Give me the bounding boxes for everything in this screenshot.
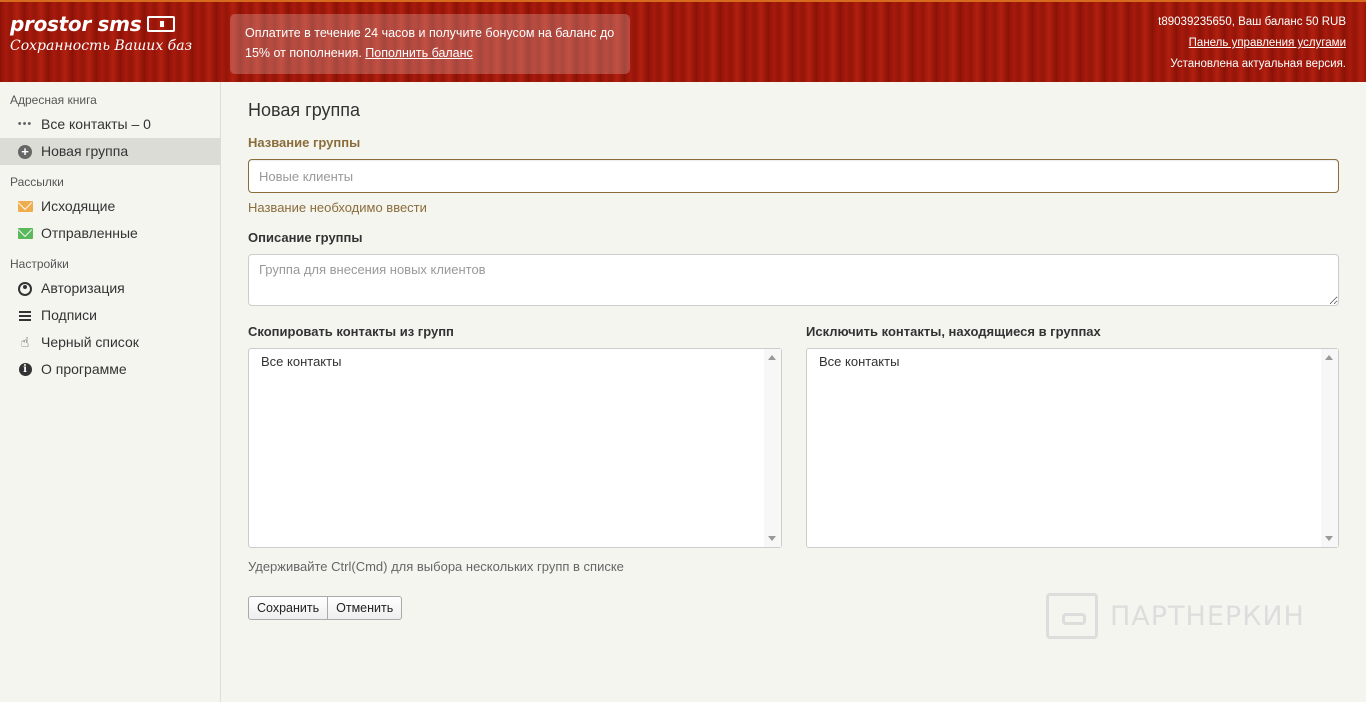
lock-icon: [147, 16, 176, 32]
account-balance: t89039235650, Ваш баланс 50 RUB: [1158, 16, 1346, 28]
listbox-scrollbar[interactable]: [1321, 349, 1338, 547]
sidebar-item-label: Черный список: [41, 334, 139, 350]
listbox-scrollbar[interactable]: [764, 349, 781, 547]
version-status: Установлена актуальная версия.: [1170, 58, 1346, 70]
scroll-up-icon[interactable]: [1325, 355, 1333, 360]
sidebar-item-outgoing[interactable]: Исходящие: [0, 193, 220, 220]
info-circle-icon: i: [18, 363, 32, 376]
sidebar-item-new-group[interactable]: + Новая группа: [0, 138, 220, 165]
sidebar-item-label: О программе: [41, 361, 127, 377]
group-description-input[interactable]: [248, 254, 1339, 306]
group-name-label: Название группы: [248, 135, 361, 150]
listbox-option[interactable]: Все контакты: [807, 349, 1338, 369]
group-name-error: Название необходимо ввести: [248, 200, 427, 215]
scroll-up-icon[interactable]: [768, 355, 776, 360]
user-circle-icon: [18, 281, 32, 296]
sidebar-heading-settings: Настройки: [10, 257, 69, 271]
top-header: prostor sms Сохранность Ваших баз Оплати…: [0, 0, 1366, 82]
hand-icon: ☝: [20, 334, 30, 350]
envelope-icon: [17, 201, 33, 212]
sidebar: Адресная книга ••• Все контакты – 0 + Но…: [0, 82, 221, 702]
plus-circle-icon: +: [18, 144, 32, 159]
control-panel-link[interactable]: Панель управления услугами: [1189, 37, 1346, 49]
brand-name: prostor sms: [10, 12, 142, 36]
listbox-option[interactable]: Все контакты: [249, 349, 781, 369]
sidebar-heading-address-book: Адресная книга: [10, 93, 97, 107]
sidebar-item-label: Все контакты – 0: [41, 116, 151, 132]
sidebar-item-signatures[interactable]: Подписи: [0, 302, 220, 329]
form-actions: Сохранить Отменить: [248, 596, 403, 620]
sidebar-item-all-contacts[interactable]: ••• Все контакты – 0: [0, 111, 220, 138]
copy-groups-listbox[interactable]: Все контакты: [248, 348, 782, 548]
sidebar-item-label: Исходящие: [41, 198, 116, 214]
page-title: Новая группа: [248, 100, 361, 120]
scroll-down-icon[interactable]: [1325, 536, 1333, 541]
sidebar-heading-mailings: Рассылки: [10, 175, 64, 189]
envelope-icon: [17, 228, 33, 239]
sidebar-item-label: Авторизация: [41, 280, 125, 296]
watermark-logo-icon: [1046, 593, 1098, 639]
sidebar-item-label: Новая группа: [41, 143, 129, 159]
copy-contacts-label: Скопировать контакты из групп: [248, 324, 454, 339]
logo[interactable]: prostor sms Сохранность Ваших баз: [10, 12, 192, 54]
watermark-text: ПАРТНЕРКИН: [1110, 600, 1305, 632]
dots-icon: •••: [17, 118, 33, 130]
group-name-input[interactable]: [248, 159, 1339, 193]
sidebar-item-label: Подписи: [41, 307, 97, 323]
watermark: ПАРТНЕРКИН: [1046, 593, 1305, 639]
scroll-down-icon[interactable]: [768, 536, 776, 541]
exclude-groups-listbox[interactable]: Все контакты: [806, 348, 1339, 548]
promo-banner: Оплатите в течение 24 часов и получите б…: [230, 14, 630, 74]
exclude-contacts-label: Исключить контакты, находящиеся в группа…: [806, 324, 1101, 339]
save-button[interactable]: Сохранить: [248, 596, 329, 620]
sidebar-item-blacklist[interactable]: ☝ Черный список: [0, 329, 220, 356]
sidebar-item-authorization[interactable]: Авторизация: [0, 275, 220, 302]
sidebar-item-about[interactable]: i О программе: [0, 356, 220, 383]
group-description-label: Описание группы: [248, 230, 363, 245]
sidebar-item-label: Отправленные: [41, 225, 138, 241]
sidebar-item-sent[interactable]: Отправленные: [0, 220, 220, 247]
account-panel: t89039235650, Ваш баланс 50 RUB Панель у…: [1158, 12, 1346, 75]
brand-tagline: Сохранность Ваших баз: [10, 38, 193, 54]
top-up-balance-link[interactable]: Пополнить баланс: [365, 46, 473, 60]
cancel-button[interactable]: Отменить: [328, 596, 403, 620]
bars-icon: [19, 310, 31, 321]
multi-select-hint: Удерживайте Ctrl(Cmd) для выбора несколь…: [248, 559, 624, 574]
